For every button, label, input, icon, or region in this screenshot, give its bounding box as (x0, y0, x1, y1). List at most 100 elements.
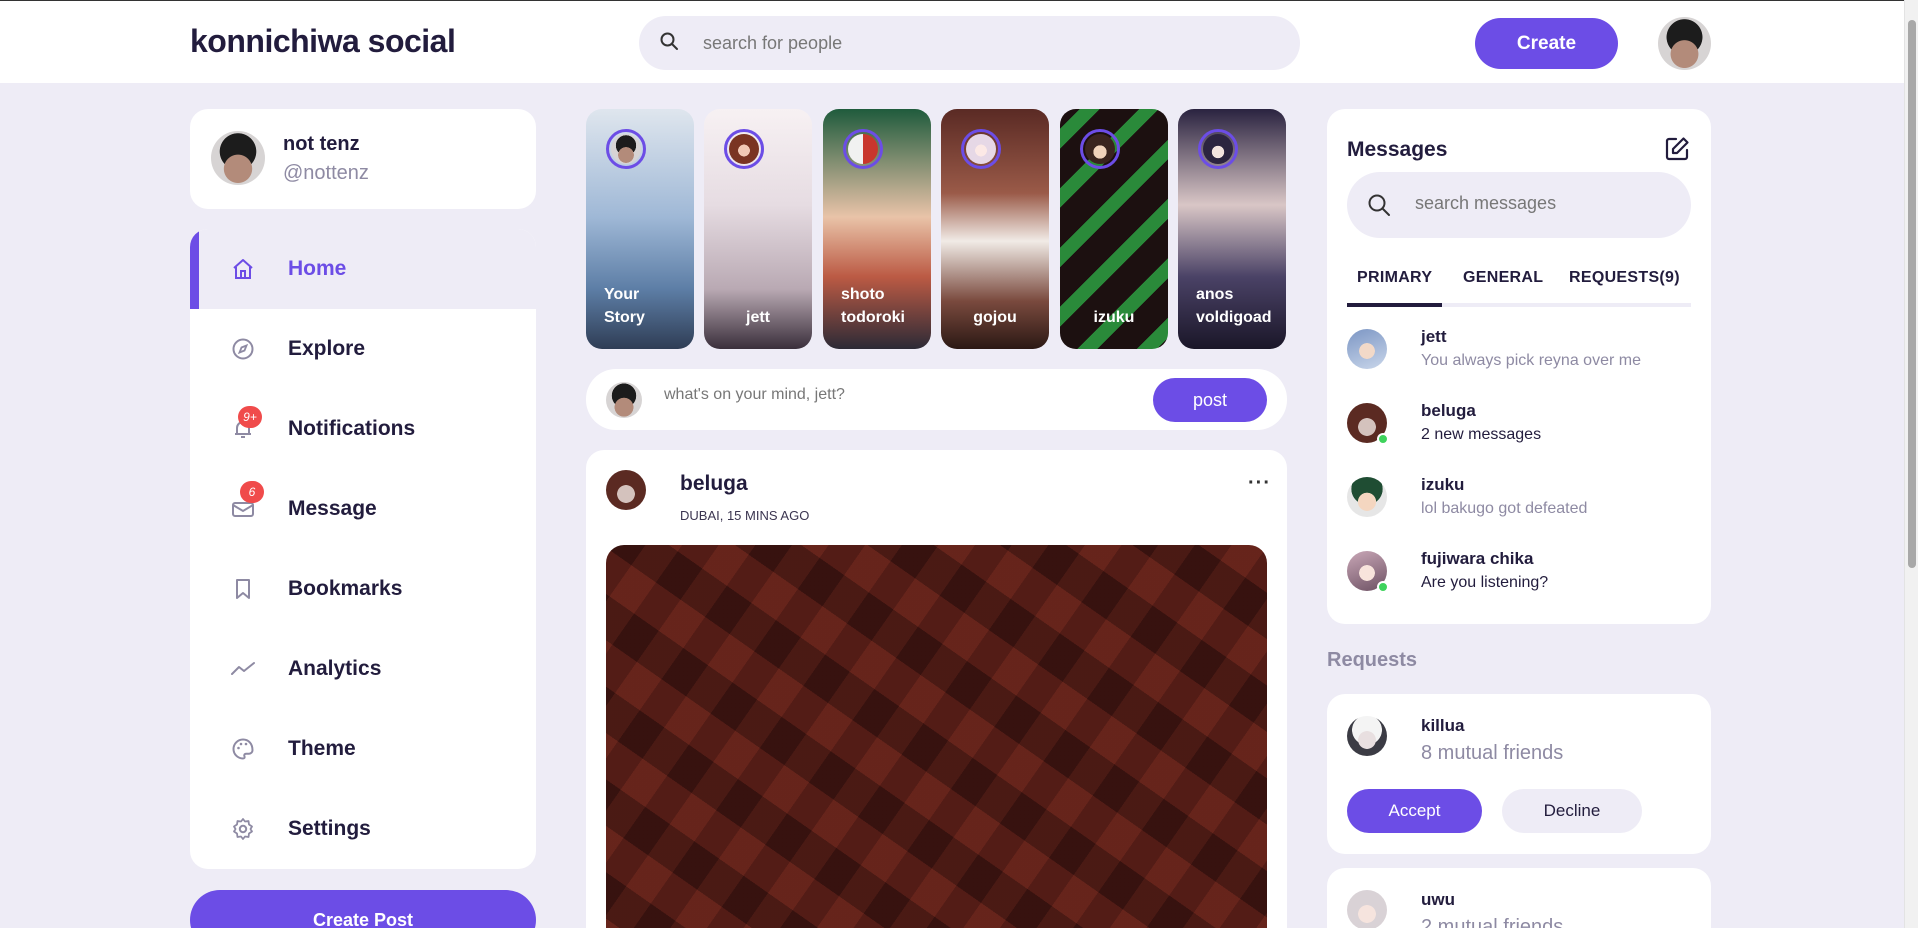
messages-panel: Messages PRIMARY GENERAL REQUESTS(9) jet… (1327, 109, 1711, 624)
post-location-time: DUBAI, 15 MINS AGO (680, 508, 810, 523)
sidebar-item-settings[interactable]: Settings (190, 789, 536, 869)
conversation-item[interactable]: jett You always pick reyna over me (1347, 319, 1691, 393)
request-name[interactable]: killua (1421, 716, 1464, 736)
tab-requests[interactable]: REQUESTS(9) (1569, 269, 1680, 307)
app-logo[interactable]: konnichiwa social (190, 23, 456, 60)
mutual-friends-count: 8 mutual friends (1421, 742, 1564, 764)
decline-button[interactable]: Decline (1502, 789, 1642, 833)
create-post-button[interactable]: Create Post (190, 890, 536, 928)
sidebar-menu: Home Explore 9+ Notifications 6 Message … (190, 229, 536, 869)
gear-icon (230, 816, 256, 842)
user-avatar[interactable] (1658, 17, 1711, 70)
story-avatar-ring (724, 129, 764, 169)
story-name: shoto todoroki (841, 286, 905, 326)
story-avatar-ring (961, 129, 1001, 169)
post-image[interactable] (606, 545, 1267, 928)
conversation-avatar (1347, 329, 1387, 369)
story-name: gojou (973, 309, 1017, 326)
story-card[interactable]: jett (704, 109, 812, 349)
story-card[interactable]: shoto todoroki (823, 109, 931, 349)
scrollbar-thumb[interactable] (1908, 20, 1916, 568)
story-avatar (1085, 134, 1115, 164)
post-button[interactable]: post (1153, 378, 1267, 422)
home-icon (230, 256, 256, 282)
sidebar-item-notifications[interactable]: 9+ Notifications (190, 389, 536, 469)
bookmark-icon (230, 576, 256, 602)
search-icon (1367, 193, 1391, 222)
message-tabs: PRIMARY GENERAL REQUESTS(9) (1347, 269, 1691, 307)
sidebar-item-message[interactable]: 6 Message (190, 469, 536, 549)
sidebar-item-home[interactable]: Home (190, 229, 536, 309)
post-more-options-icon[interactable]: ··· (1248, 472, 1271, 495)
compose-message-icon[interactable] (1663, 135, 1691, 163)
compass-icon (230, 336, 256, 362)
story-avatar (966, 134, 996, 164)
conversation-item[interactable]: beluga 2 new messages (1347, 393, 1691, 467)
trend-line-icon (230, 656, 256, 682)
story-avatar-ring (1080, 129, 1120, 169)
search-icon (659, 31, 679, 56)
conversation-item[interactable]: izuku lol bakugo got defeated (1347, 467, 1691, 541)
sidebar-item-label: Home (288, 257, 347, 280)
people-search-bar[interactable] (639, 16, 1300, 70)
story-avatar (611, 134, 641, 164)
online-indicator (1377, 433, 1389, 445)
conversation-item[interactable]: fujiwara chika Are you listening? (1347, 541, 1691, 615)
conversation-preview: lol bakugo got defeated (1421, 500, 1588, 517)
conversation-preview: Are you listening? (1421, 574, 1549, 591)
profile-avatar (211, 131, 265, 185)
story-avatar (729, 134, 759, 164)
feed-post: beluga DUBAI, 15 MINS AGO ··· (586, 450, 1287, 928)
accept-button[interactable]: Accept (1347, 789, 1482, 833)
sidebar-item-label: Settings (288, 817, 371, 840)
tab-general[interactable]: GENERAL (1463, 269, 1543, 307)
sidebar-item-label: Analytics (288, 657, 382, 680)
create-button[interactable]: Create (1475, 18, 1618, 69)
sidebar-item-analytics[interactable]: Analytics (190, 629, 536, 709)
online-indicator (1377, 581, 1389, 593)
sidebar-item-label: Theme (288, 737, 356, 760)
post-author-name[interactable]: beluga (680, 472, 748, 496)
tab-primary[interactable]: PRIMARY (1347, 269, 1443, 307)
story-avatar-ring (1198, 129, 1238, 169)
message-badge: 6 (240, 481, 264, 503)
request-name[interactable]: uwu (1421, 890, 1455, 910)
story-name: jett (746, 309, 770, 326)
conversation-preview: 2 new messages (1421, 426, 1542, 443)
request-avatar[interactable] (1347, 716, 1387, 756)
conversation-name: izuku (1421, 475, 1465, 494)
messages-search-input[interactable] (1415, 193, 1675, 214)
story-card[interactable]: gojou (941, 109, 1049, 349)
sidebar-item-label: Bookmarks (288, 577, 403, 600)
story-card[interactable]: anos voldigoad (1178, 109, 1286, 349)
conversation-name: jett (1421, 327, 1447, 346)
requests-heading: Requests (1327, 649, 1418, 671)
conversation-preview: You always pick reyna over me (1421, 352, 1641, 369)
sidebar-item-label: Message (288, 497, 377, 520)
story-avatar (1203, 134, 1233, 164)
post-author-avatar[interactable] (606, 470, 646, 510)
story-avatar-ring (843, 129, 883, 169)
notifications-badge: 9+ (238, 406, 262, 428)
request-avatar[interactable] (1347, 890, 1387, 928)
sidebar-item-label: Explore (288, 337, 366, 360)
top-nav-bar: konnichiwa social Create (0, 0, 1904, 83)
profile-name: not tenz (283, 133, 360, 155)
profile-handle: @nottenz (283, 162, 369, 184)
conversation-avatar (1347, 477, 1387, 517)
composer-avatar (606, 382, 642, 418)
profile-card[interactable]: not tenz @nottenz (190, 109, 536, 209)
sidebar-item-theme[interactable]: Theme (190, 709, 536, 789)
people-search-input[interactable] (703, 32, 1263, 54)
story-card[interactable]: izuku (1060, 109, 1168, 349)
story-name: izuku (1093, 309, 1135, 326)
composer-input[interactable] (664, 386, 1124, 404)
story-card[interactable]: Your Story (586, 109, 694, 349)
friend-request-card: uwu 2 mutual friends (1327, 868, 1711, 928)
page-scrollbar[interactable] (1904, 0, 1918, 928)
messages-search-bar[interactable] (1347, 172, 1691, 238)
sidebar-item-explore[interactable]: Explore (190, 309, 536, 389)
mutual-friends-count: 2 mutual friends (1421, 916, 1564, 928)
sidebar-item-bookmarks[interactable]: Bookmarks (190, 549, 536, 629)
conversation-name: beluga (1421, 401, 1476, 420)
